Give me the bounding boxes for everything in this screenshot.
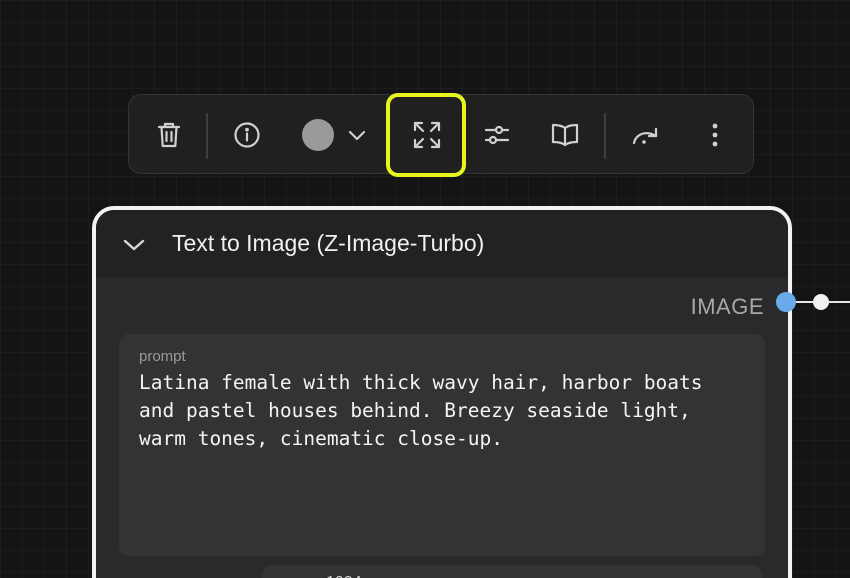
node-header[interactable]: Text to Image (Z-Image-Turbo) <box>96 210 788 277</box>
node-title: Text to Image (Z-Image-Turbo) <box>172 230 485 256</box>
trash-icon <box>157 122 181 148</box>
color-picker-button[interactable] <box>299 95 369 175</box>
prompt-text: Latina female with thick wavy hair, harb… <box>139 371 715 450</box>
info-button[interactable] <box>225 95 269 175</box>
redo-arc-icon <box>632 127 658 145</box>
toolbar-separator <box>206 113 208 159</box>
node-toolbar <box>128 94 754 174</box>
expand-icon <box>413 121 441 149</box>
prompt-label: prompt <box>139 348 186 365</box>
output-label: IMAGE <box>690 294 764 319</box>
link-reroute-dot[interactable] <box>813 294 829 310</box>
prompt-textarea[interactable]: prompt Latina female with thick wavy hai… <box>119 334 765 556</box>
fit-view-button[interactable] <box>403 95 451 175</box>
info-icon <box>234 122 260 148</box>
toolbar-separator <box>604 113 606 159</box>
book-open-icon <box>551 123 579 147</box>
delete-button[interactable] <box>147 95 191 175</box>
settings-button[interactable] <box>475 95 519 175</box>
number-widget-value: 1024 <box>326 574 362 578</box>
chevron-down-icon <box>348 130 366 141</box>
sliders-icon <box>484 125 510 145</box>
image-output-port[interactable] <box>776 292 796 312</box>
more-button[interactable] <box>695 95 735 175</box>
text-to-image-node[interactable]: Text to Image (Z-Image-Turbo) IMAGE prom… <box>92 206 792 578</box>
docs-button[interactable] <box>543 95 587 175</box>
more-vertical-icon <box>712 123 718 147</box>
color-dot-icon <box>302 119 334 151</box>
chevron-down-icon[interactable] <box>122 238 146 252</box>
bypass-button[interactable] <box>623 95 669 175</box>
